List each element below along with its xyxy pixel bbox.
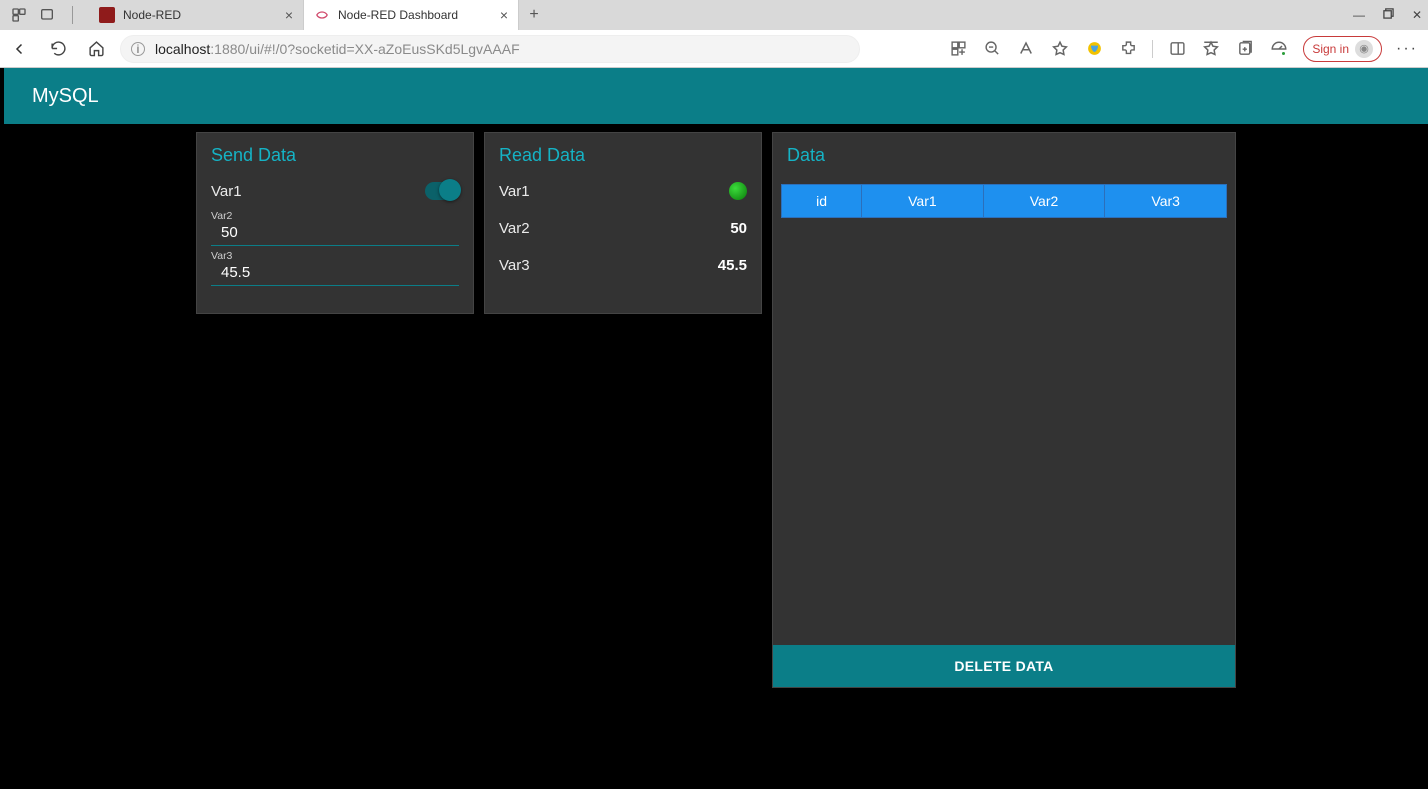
var3-input[interactable] xyxy=(211,262,459,286)
th-var3[interactable]: Var3 xyxy=(1105,185,1227,218)
delete-button-row: DELETE DATA xyxy=(773,645,1235,687)
read-var2-value: 50 xyxy=(730,220,747,237)
card-read-data: Read Data Var1 Var2 50 Var3 45.5 xyxy=(484,132,762,314)
th-id[interactable]: id xyxy=(782,185,862,218)
home-icon[interactable] xyxy=(86,39,106,59)
row-read-var1: Var1 xyxy=(485,176,761,206)
read-var1-label: Var1 xyxy=(499,183,530,200)
extensions-icon[interactable] xyxy=(1118,39,1138,59)
app-header: MySQL xyxy=(4,68,1428,124)
var1-label: Var1 xyxy=(211,183,242,200)
separator xyxy=(1152,40,1153,58)
zoom-out-icon[interactable] xyxy=(982,39,1002,59)
card-title: Data xyxy=(773,133,1235,176)
favicon-dashboard-icon xyxy=(314,7,330,23)
favorites-icon[interactable] xyxy=(1201,39,1221,59)
read-var3-value: 45.5 xyxy=(718,257,747,274)
collections-icon[interactable] xyxy=(1235,39,1255,59)
status-led-icon xyxy=(729,182,747,200)
th-var1[interactable]: Var1 xyxy=(862,185,984,218)
titlebar-left-icons xyxy=(0,6,89,24)
row-var1: Var1 xyxy=(197,176,473,206)
tab-label: Node-RED xyxy=(123,8,181,22)
read-var2-label: Var2 xyxy=(499,220,530,237)
data-table-wrap: id Var1 Var2 Var3 xyxy=(773,176,1235,218)
var1-switch[interactable] xyxy=(425,182,459,200)
field-var2: Var2 xyxy=(197,206,473,246)
var2-label: Var2 xyxy=(211,210,459,222)
tab-node-red-dashboard[interactable]: Node-RED Dashboard × xyxy=(304,0,519,30)
page-title: MySQL xyxy=(32,85,99,108)
tabs: Node-RED × Node-RED Dashboard × + xyxy=(89,0,549,30)
row-read-var2: Var2 50 xyxy=(485,206,761,243)
var2-input[interactable] xyxy=(211,222,459,246)
idm-icon[interactable] xyxy=(1084,39,1104,59)
minimize-icon[interactable]: — xyxy=(1353,8,1365,22)
more-menu-icon[interactable]: ··· xyxy=(1396,40,1418,58)
signin-button[interactable]: Sign in ◉ xyxy=(1303,36,1382,62)
back-icon[interactable] xyxy=(10,39,30,59)
switch-thumb xyxy=(439,179,461,201)
signin-label: Sign in xyxy=(1312,42,1349,56)
card-title: Read Data xyxy=(485,133,761,176)
tab-node-red[interactable]: Node-RED × xyxy=(89,0,304,30)
data-table: id Var1 Var2 Var3 xyxy=(781,184,1227,218)
card-send-data: Send Data Var1 Var2 Var3 xyxy=(196,132,474,314)
card-data: Data id Var1 Var2 Var3 xyxy=(772,132,1236,688)
app-install-icon[interactable] xyxy=(948,39,968,59)
field-var3: Var3 xyxy=(197,246,473,286)
window-controls: — ✕ xyxy=(1353,0,1422,30)
nav-icons xyxy=(10,39,106,59)
delete-data-button[interactable]: DELETE DATA xyxy=(773,645,1235,687)
maximize-icon[interactable] xyxy=(1383,8,1394,22)
browser-tab-strip: Node-RED × Node-RED Dashboard × + — ✕ xyxy=(0,0,1428,30)
toolbar-right-icons: Sign in ◉ ··· xyxy=(948,36,1418,62)
avatar-icon: ◉ xyxy=(1355,40,1373,58)
refresh-icon[interactable] xyxy=(48,39,68,59)
tab-actions-icon[interactable] xyxy=(38,6,56,24)
browser-toolbar: i localhost:1880/ui/#!/0?socketid=XX-aZo… xyxy=(0,30,1428,68)
dashboard-board: Send Data Var1 Var2 Var3 xyxy=(4,124,1428,688)
read-var3-label: Var3 xyxy=(499,257,530,274)
th-var2[interactable]: Var2 xyxy=(983,185,1105,218)
site-info-icon[interactable]: i xyxy=(131,42,145,56)
favicon-node-red-icon xyxy=(99,7,115,23)
address-bar[interactable]: i localhost:1880/ui/#!/0?socketid=XX-aZo… xyxy=(120,35,860,63)
performance-icon[interactable] xyxy=(1269,39,1289,59)
card-title: Send Data xyxy=(197,133,473,176)
close-tab-icon[interactable]: × xyxy=(285,7,293,23)
table-body-empty xyxy=(773,218,1235,645)
var3-label: Var3 xyxy=(211,250,459,262)
separator xyxy=(72,6,73,24)
sidebar-icon[interactable] xyxy=(1167,39,1187,59)
url-text: localhost:1880/ui/#!/0?socketid=XX-aZoEu… xyxy=(155,41,520,57)
favorite-star-icon[interactable] xyxy=(1050,39,1070,59)
table-header-row: id Var1 Var2 Var3 xyxy=(782,185,1227,218)
viewport: MySQL Send Data Var1 Var2 Var3 xyxy=(0,68,1428,789)
workspace-icon[interactable] xyxy=(10,6,28,24)
close-window-icon[interactable]: ✕ xyxy=(1412,8,1422,22)
close-tab-icon[interactable]: × xyxy=(500,7,508,23)
read-aloud-icon[interactable] xyxy=(1016,39,1036,59)
row-read-var3: Var3 45.5 xyxy=(485,243,761,280)
new-tab-button[interactable]: + xyxy=(519,0,549,30)
tab-label: Node-RED Dashboard xyxy=(338,8,458,22)
